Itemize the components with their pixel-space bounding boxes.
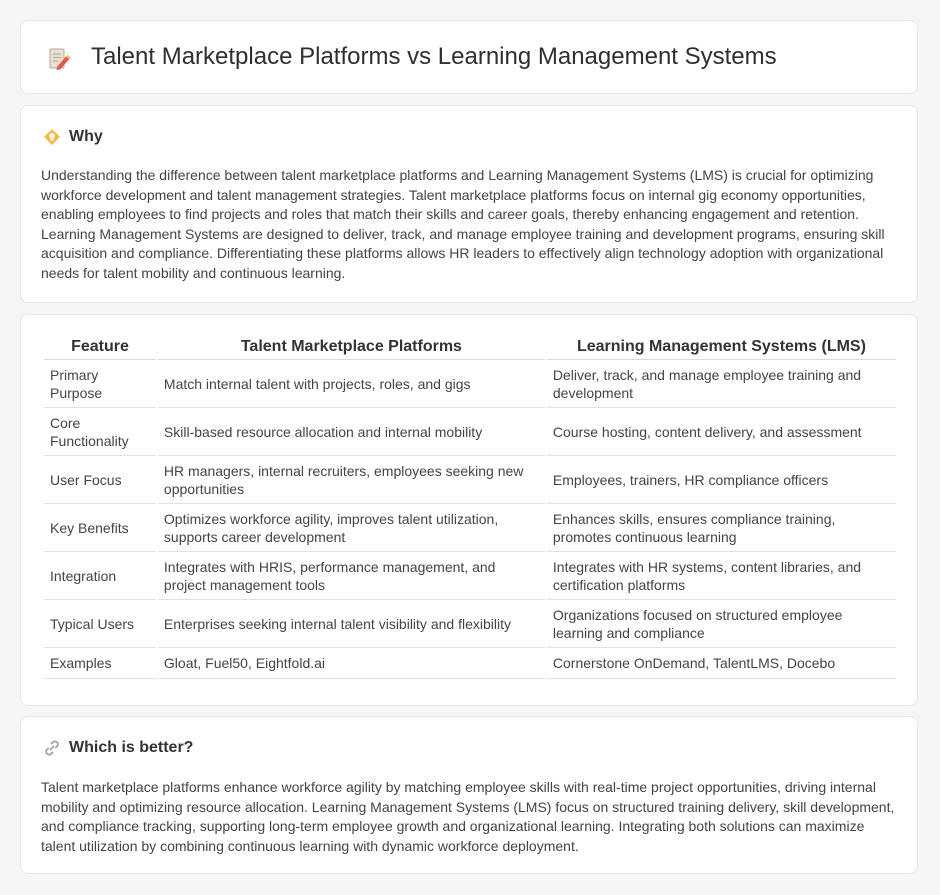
talent-cell: Enterprises seeking internal talent visi… [157, 600, 545, 648]
feature-cell: Key Benefits [44, 504, 156, 552]
table-row: Examples Gloat, Fuel50, Eightfold.ai Cor… [44, 648, 896, 679]
table-row: User Focus HR managers, internal recruit… [44, 456, 896, 504]
why-text: Understanding the difference between tal… [41, 167, 885, 281]
comparison-section: Feature Talent Marketplace Platforms Lea… [20, 314, 918, 706]
lms-cell: Integrates with HR systems, content libr… [546, 552, 896, 600]
talent-cell: Gloat, Fuel50, Eightfold.ai [157, 648, 545, 679]
lms-cell: Cornerstone OnDemand, TalentLMS, Docebo [546, 648, 896, 679]
better-title: Which is better? [69, 739, 194, 756]
talent-cell: Optimizes workforce agility, improves ta… [157, 504, 545, 552]
feature-cell: User Focus [44, 456, 156, 504]
header-talent-marketplace: Talent Marketplace Platforms [157, 335, 545, 360]
document-pencil-icon [49, 48, 71, 70]
lms-cell: Deliver, track, and manage employee trai… [546, 360, 896, 408]
table-row: Primary Purpose Match internal talent wi… [44, 360, 896, 408]
why-title: Why [69, 128, 103, 145]
link-icon [45, 740, 59, 756]
talent-cell: Skill-based resource allocation and inte… [157, 408, 545, 456]
why-section: Why Understanding the difference between… [20, 105, 918, 303]
table-row: Integration Integrates with HRIS, perfor… [44, 552, 896, 600]
feature-cell: Typical Users [44, 600, 156, 648]
page-title: Talent Marketplace Platforms vs Learning… [91, 43, 777, 70]
talent-cell: HR managers, internal recruiters, employ… [157, 456, 545, 504]
feature-cell: Integration [44, 552, 156, 600]
better-text: Talent marketplace platforms enhance wor… [41, 779, 895, 854]
comparison-table: Feature Talent Marketplace Platforms Lea… [42, 335, 898, 679]
talent-cell: Integrates with HRIS, performance manage… [157, 552, 545, 600]
talent-cell: Match internal talent with projects, rol… [157, 360, 545, 408]
feature-cell: Examples [44, 648, 156, 679]
lms-cell: Course hosting, content delivery, and as… [546, 408, 896, 456]
feature-cell: Core Functionality [44, 408, 156, 456]
header-lms: Learning Management Systems (LMS) [546, 335, 896, 360]
why-heading: Why [43, 126, 103, 148]
lms-cell: Organizations focused on structured empl… [546, 600, 896, 648]
table-row: Typical Users Enterprises seeking intern… [44, 600, 896, 648]
lms-cell: Employees, trainers, HR compliance offic… [546, 456, 896, 504]
header-feature: Feature [44, 335, 156, 360]
which-is-better-section: Which is better? Talent marketplace plat… [20, 716, 918, 874]
better-heading: Which is better? [43, 737, 193, 759]
table-row: Core Functionality Skill-based resource … [44, 408, 896, 456]
feature-cell: Primary Purpose [44, 360, 156, 408]
lms-cell: Enhances skills, ensures compliance trai… [546, 504, 896, 552]
table-header-row: Feature Talent Marketplace Platforms Lea… [44, 335, 896, 360]
table-row: Key Benefits Optimizes workforce agility… [44, 504, 896, 552]
lightbulb-icon [44, 129, 60, 145]
header-card: Talent Marketplace Platforms vs Learning… [20, 20, 918, 94]
